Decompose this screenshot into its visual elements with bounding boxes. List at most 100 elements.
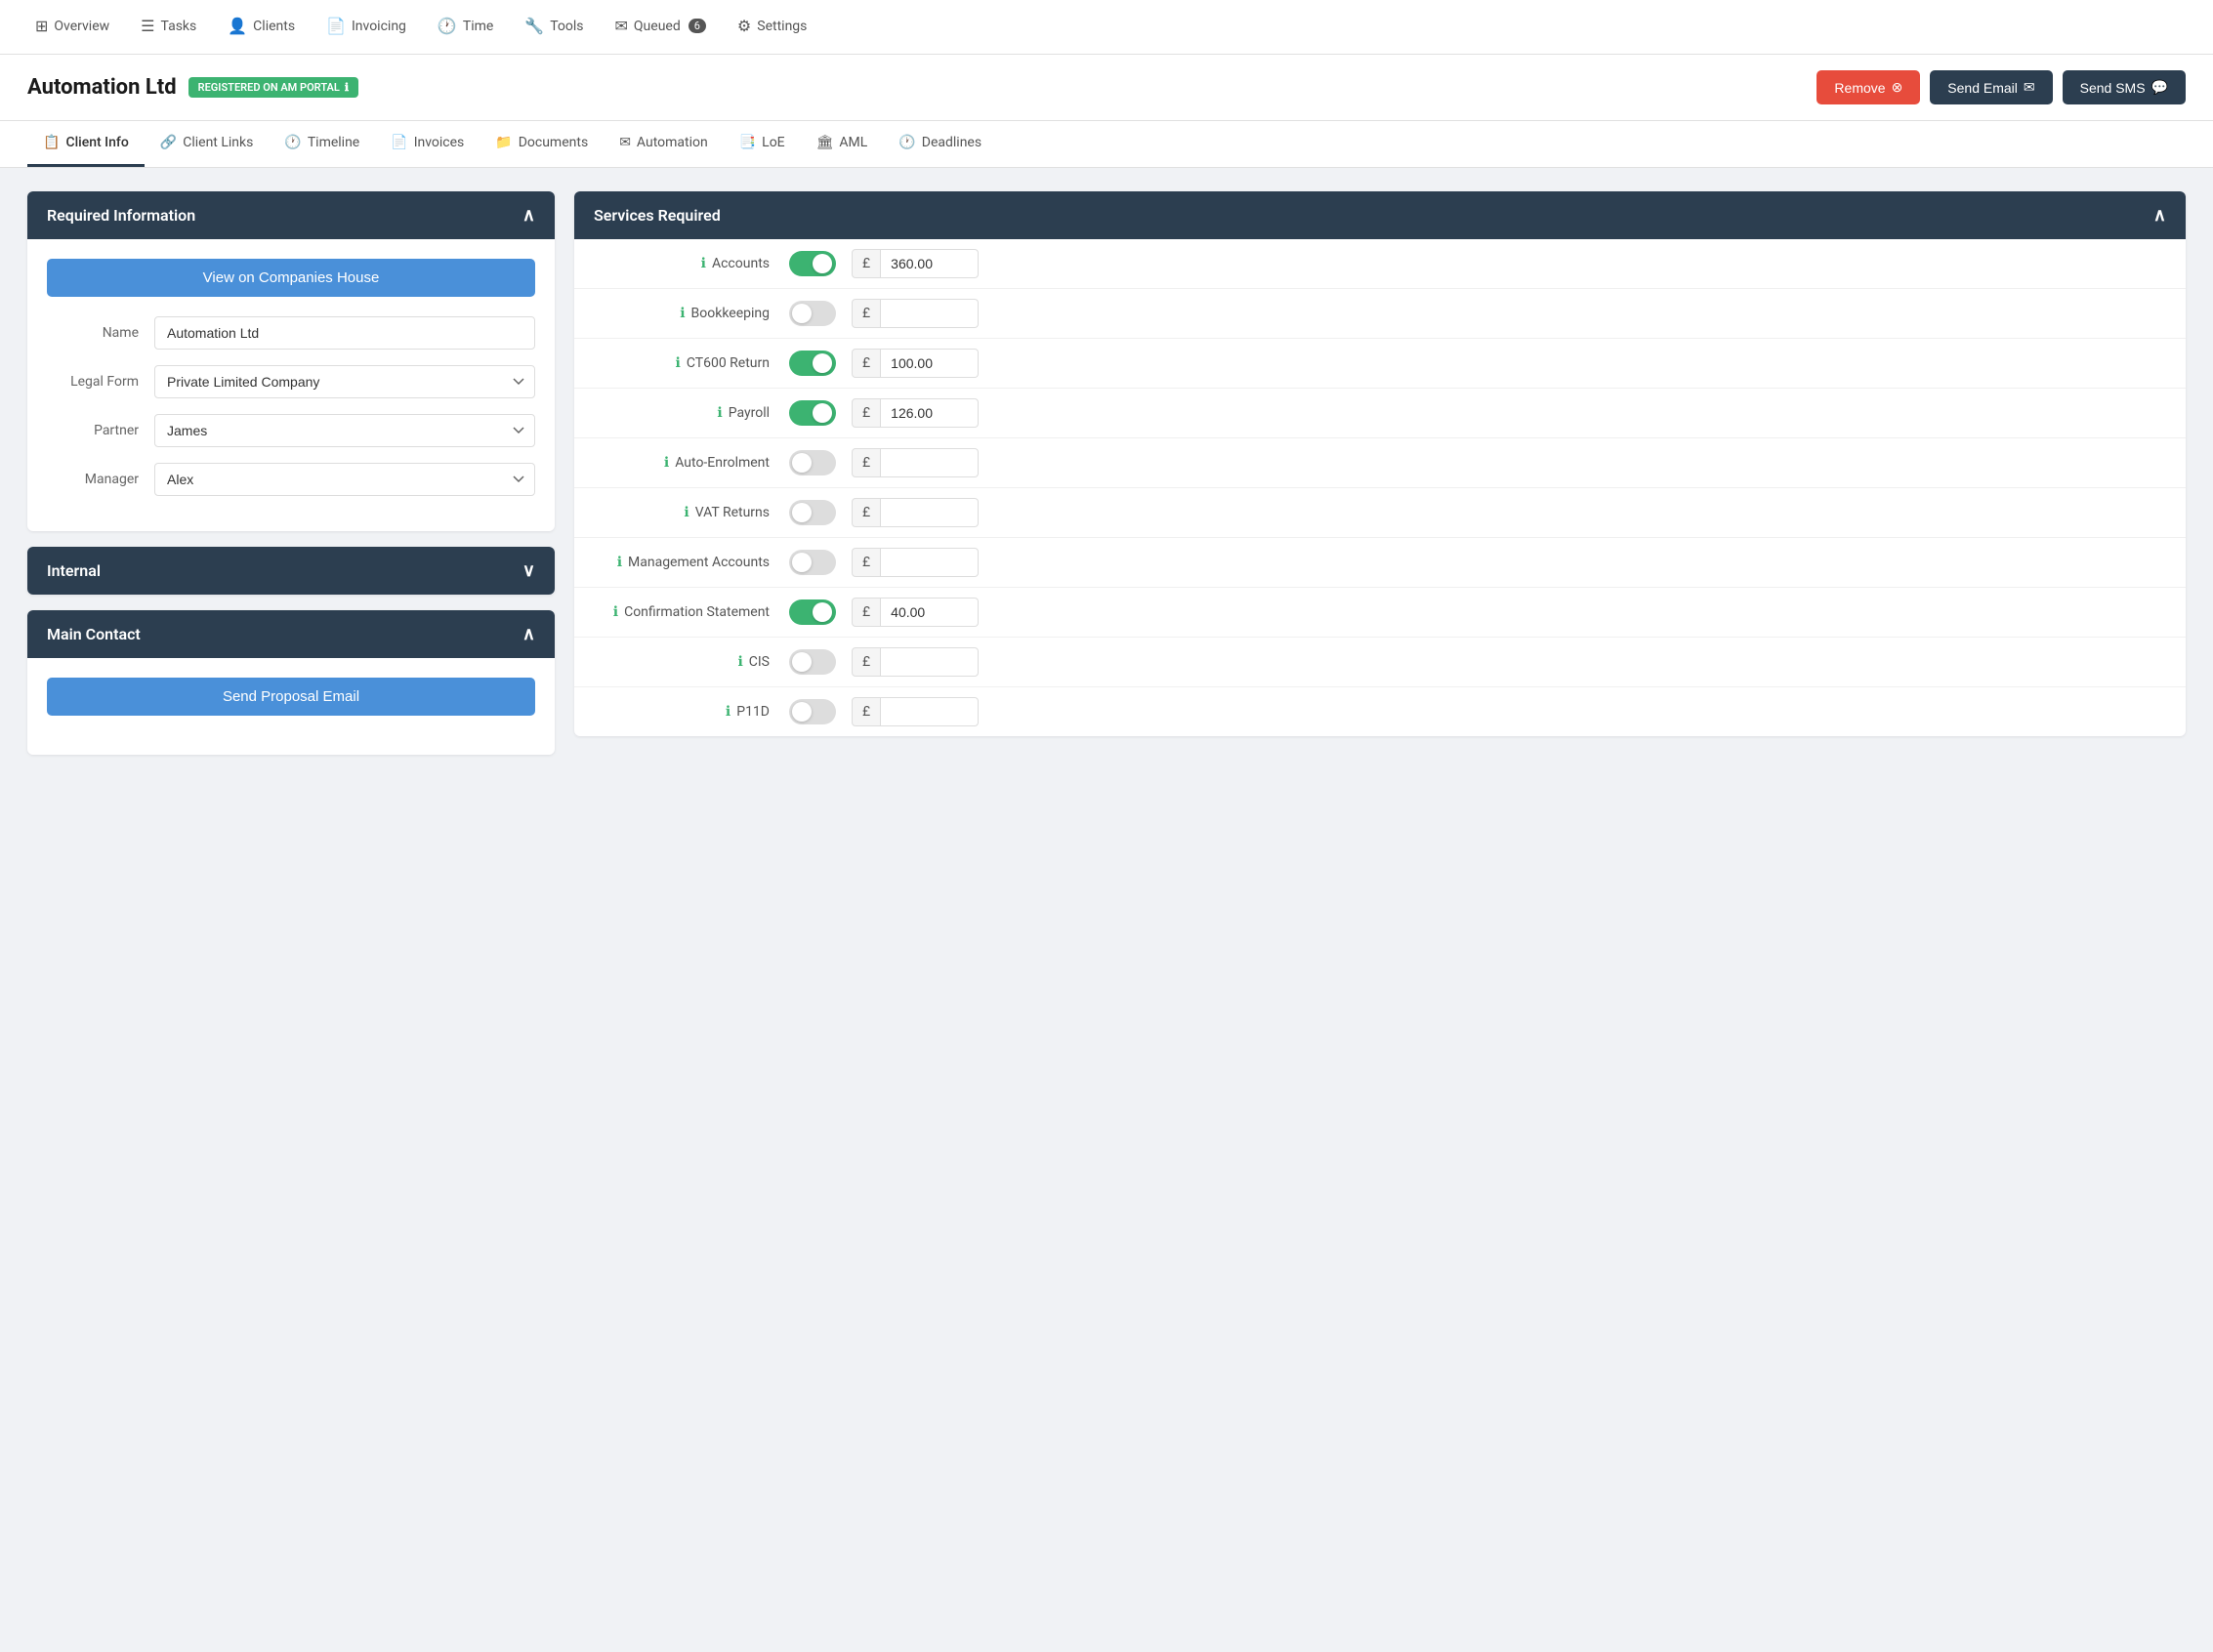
overview-icon: ⊞ [35, 17, 48, 35]
service-row-auto-enrolment: ℹ Auto-Enrolment £ [574, 438, 2186, 488]
service-price-management-accounts: £ [852, 548, 979, 577]
queued-icon: ✉ [615, 17, 628, 35]
tab-deadlines[interactable]: 🕐 Deadlines [883, 121, 997, 167]
tools-icon: 🔧 [524, 17, 544, 35]
send-email-button[interactable]: Send Email ✉ [1930, 70, 2052, 104]
legal-form-row: Legal Form Private Limited Company [47, 365, 535, 398]
client-name: Automation Ltd [27, 75, 177, 100]
price-input-auto-enrolment[interactable] [881, 448, 979, 477]
remove-button[interactable]: Remove ⊗ [1816, 70, 1920, 104]
service-label-cis: ℹ CIS [594, 654, 789, 670]
nav-tasks[interactable]: ☰ Tasks [125, 0, 212, 54]
right-column: Services Required ∧ ℹ Accounts £ ℹ Bookk… [574, 191, 2186, 755]
price-input-bookkeeping[interactable] [881, 299, 979, 328]
currency-symbol-confirmation-statement: £ [852, 598, 881, 627]
service-toggle-confirmation-statement[interactable] [789, 599, 836, 625]
name-row: Name [47, 316, 535, 350]
nav-time[interactable]: 🕐 Time [422, 0, 509, 54]
price-input-payroll[interactable] [881, 398, 979, 428]
remove-icon: ⊗ [1892, 79, 1903, 96]
required-info-body: View on Companies House Name Legal Form … [27, 239, 555, 531]
registered-badge: REGISTERED ON AM PORTAL ℹ [188, 77, 358, 98]
service-info-icon-ct600[interactable]: ℹ [676, 355, 681, 371]
partner-select[interactable]: James [154, 414, 535, 447]
send-proposal-button[interactable]: Send Proposal Email [47, 678, 535, 716]
aml-tab-icon: 🏛 [816, 135, 834, 150]
tasks-icon: ☰ [141, 17, 154, 35]
price-input-accounts[interactable] [881, 249, 979, 278]
queued-badge: 6 [689, 19, 706, 33]
price-input-ct600[interactable] [881, 349, 979, 378]
price-input-confirmation-statement[interactable] [881, 598, 979, 627]
send-sms-button[interactable]: Send SMS 💬 [2063, 70, 2186, 104]
loe-tab-icon: 📑 [739, 135, 756, 150]
currency-symbol-bookkeeping: £ [852, 299, 881, 328]
price-input-management-accounts[interactable] [881, 548, 979, 577]
name-input[interactable] [154, 316, 535, 350]
service-toggle-bookkeeping[interactable] [789, 301, 836, 326]
main-nav: ⊞ Overview ☰ Tasks 👤 Clients 📄 Invoicing… [0, 0, 2213, 55]
tab-invoices[interactable]: 📄 Invoices [375, 121, 480, 167]
service-info-icon-confirmation-statement[interactable]: ℹ [613, 604, 618, 620]
nav-clients[interactable]: 👤 Clients [212, 0, 311, 54]
tab-aml[interactable]: 🏛 AML [801, 121, 884, 167]
tab-documents[interactable]: 📁 Documents [480, 121, 604, 167]
service-price-accounts: £ [852, 249, 979, 278]
automation-tab-icon: ✉ [619, 135, 631, 150]
service-label-vat-returns: ℹ VAT Returns [594, 505, 789, 520]
main-contact-header[interactable]: Main Contact ∧ [27, 610, 555, 658]
nav-queued[interactable]: ✉ Queued 6 [600, 0, 722, 54]
name-label: Name [47, 325, 154, 341]
service-info-icon-bookkeeping[interactable]: ℹ [680, 306, 685, 321]
nav-settings[interactable]: ⚙ Settings [722, 0, 822, 54]
tab-timeline[interactable]: 🕐 Timeline [269, 121, 375, 167]
services-list: ℹ Accounts £ ℹ Bookkeeping £ ℹ CT600 Ret… [574, 239, 2186, 736]
tab-client-info[interactable]: 📋 Client Info [27, 121, 145, 167]
service-toggle-p11d[interactable] [789, 699, 836, 724]
nav-invoicing[interactable]: 📄 Invoicing [311, 0, 422, 54]
service-toggle-ct600[interactable] [789, 351, 836, 376]
internal-header[interactable]: Internal ∨ [27, 547, 555, 595]
required-info-header[interactable]: Required Information ∧ [27, 191, 555, 239]
service-info-icon-cis[interactable]: ℹ [737, 654, 742, 670]
service-toggle-vat-returns[interactable] [789, 500, 836, 525]
service-price-p11d: £ [852, 697, 979, 726]
nav-overview[interactable]: ⊞ Overview [20, 0, 125, 54]
price-input-cis[interactable] [881, 647, 979, 677]
service-info-icon-payroll[interactable]: ℹ [717, 405, 722, 421]
service-toggle-management-accounts[interactable] [789, 550, 836, 575]
nav-tools[interactable]: 🔧 Tools [509, 0, 599, 54]
info-icon: ℹ [345, 81, 349, 94]
service-label-ct600: ℹ CT600 Return [594, 355, 789, 371]
service-info-icon-accounts[interactable]: ℹ [701, 256, 706, 271]
price-input-p11d[interactable] [881, 697, 979, 726]
services-header[interactable]: Services Required ∧ [574, 191, 2186, 239]
price-input-vat-returns[interactable] [881, 498, 979, 527]
service-info-icon-auto-enrolment[interactable]: ℹ [664, 455, 669, 471]
tab-loe[interactable]: 📑 LoE [724, 121, 801, 167]
service-info-icon-vat-returns[interactable]: ℹ [684, 505, 689, 520]
service-row-ct600: ℹ CT600 Return £ [574, 339, 2186, 389]
internal-chevron: ∨ [522, 560, 535, 581]
service-toggle-cis[interactable] [789, 649, 836, 675]
service-row-p11d: ℹ P11D £ [574, 687, 2186, 736]
service-price-payroll: £ [852, 398, 979, 428]
service-toggle-accounts[interactable] [789, 251, 836, 276]
legal-form-select[interactable]: Private Limited Company [154, 365, 535, 398]
tab-automation[interactable]: ✉ Automation [604, 121, 724, 167]
service-row-accounts: ℹ Accounts £ [574, 239, 2186, 289]
header-actions: Remove ⊗ Send Email ✉ Send SMS 💬 [1816, 70, 2186, 104]
currency-symbol-payroll: £ [852, 398, 881, 428]
service-row-payroll: ℹ Payroll £ [574, 389, 2186, 438]
view-companies-house-button[interactable]: View on Companies House [47, 259, 535, 297]
service-toggle-auto-enrolment[interactable] [789, 450, 836, 475]
main-content: Required Information ∧ View on Companies… [0, 168, 2213, 778]
service-info-icon-management-accounts[interactable]: ℹ [617, 555, 622, 570]
service-toggle-payroll[interactable] [789, 400, 836, 426]
service-label-auto-enrolment: ℹ Auto-Enrolment [594, 455, 789, 471]
tab-client-links[interactable]: 🔗 Client Links [145, 121, 270, 167]
service-row-management-accounts: ℹ Management Accounts £ [574, 538, 2186, 588]
service-info-icon-p11d[interactable]: ℹ [726, 704, 731, 720]
manager-select[interactable]: Alex [154, 463, 535, 496]
service-label-bookkeeping: ℹ Bookkeeping [594, 306, 789, 321]
